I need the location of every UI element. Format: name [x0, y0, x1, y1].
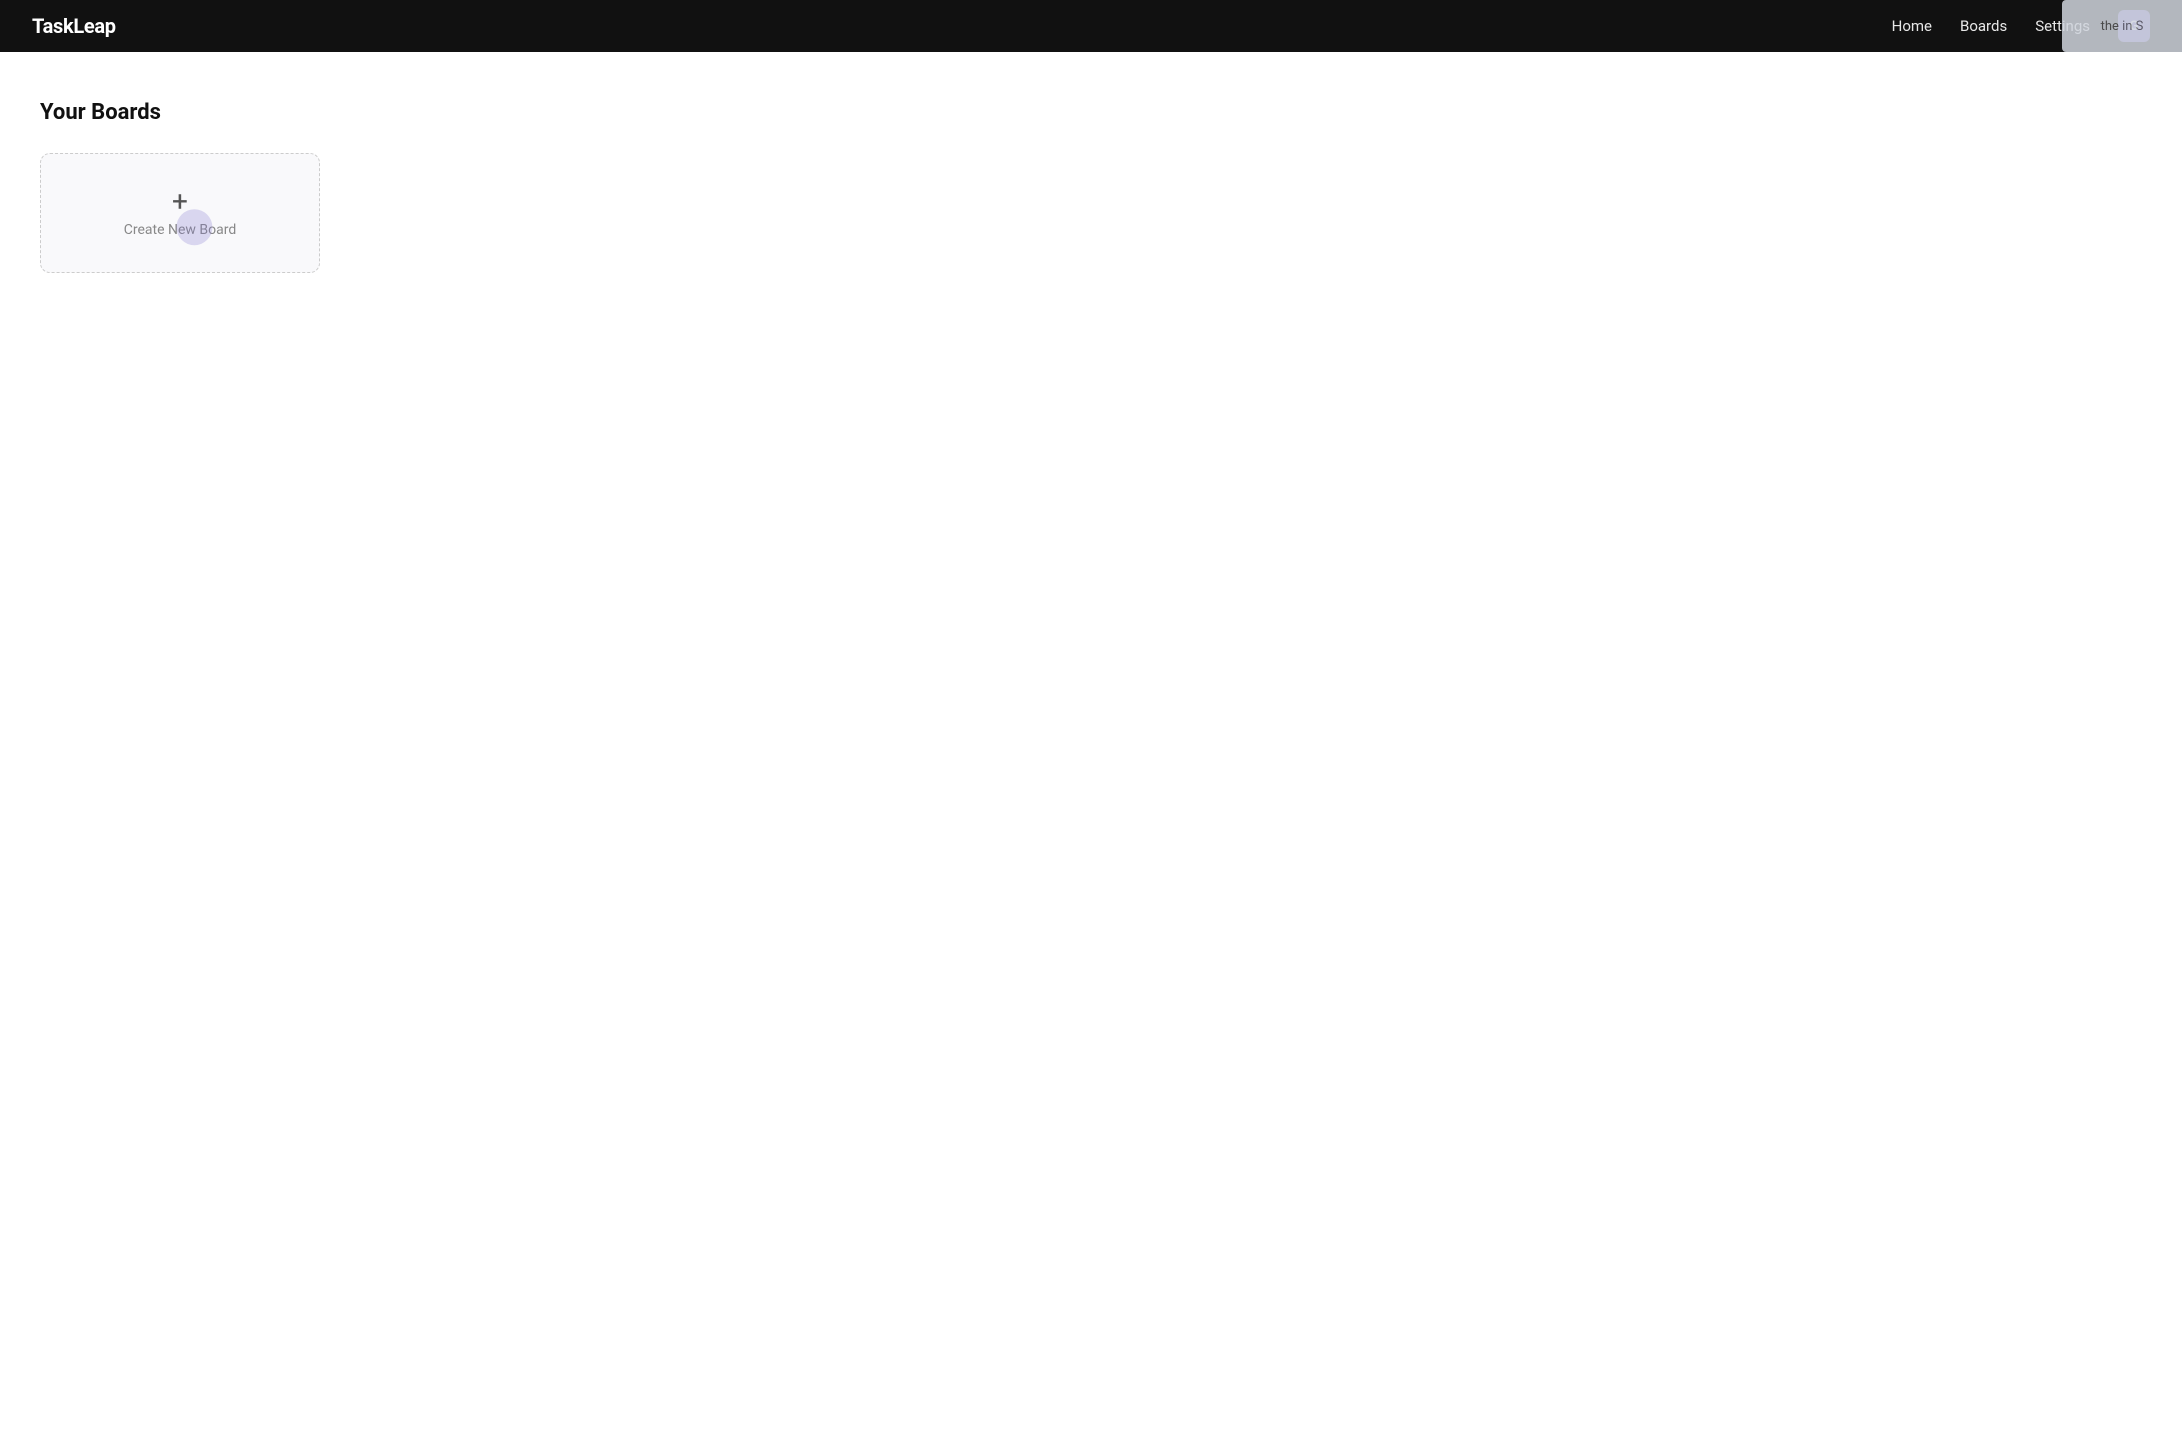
boards-grid: + Create New Board	[40, 153, 2142, 273]
navbar-links: Home Boards Settings G	[1892, 10, 2150, 42]
main-content: Your Boards + Create New Board	[0, 52, 2182, 321]
brand-logo[interactable]: TaskLeap	[32, 14, 116, 38]
nav-home[interactable]: Home	[1892, 17, 1932, 35]
navbar: TaskLeap Home Boards Settings G the in S	[0, 0, 2182, 52]
nav-settings[interactable]: Settings	[2035, 17, 2090, 35]
create-board-card[interactable]: + Create New Board	[40, 153, 320, 273]
create-board-label: Create New Board	[124, 222, 236, 238]
page-title: Your Boards	[40, 100, 2142, 125]
user-avatar[interactable]: G	[2118, 10, 2150, 42]
plus-icon: +	[172, 188, 188, 216]
nav-boards[interactable]: Boards	[1960, 17, 2007, 35]
